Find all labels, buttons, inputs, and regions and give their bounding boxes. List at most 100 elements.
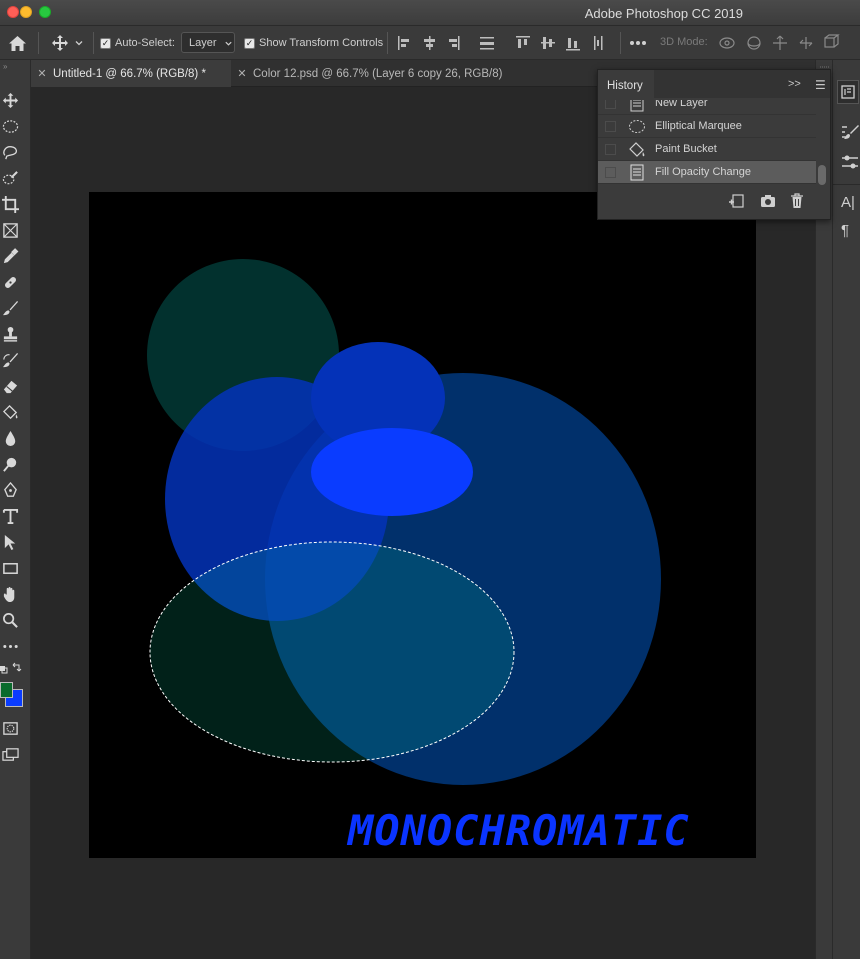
blur-tool[interactable] — [2, 430, 19, 447]
tools-panel: » — [0, 60, 31, 959]
tab-history[interactable]: History — [598, 70, 654, 100]
align-distribute-icons[interactable] — [396, 34, 606, 52]
auto-select-target-dropdown[interactable]: Layer — [181, 32, 235, 53]
spot-healing-tool[interactable] — [2, 274, 19, 291]
paint-bucket-tool[interactable] — [2, 404, 19, 421]
screen-mode-button[interactable] — [2, 746, 19, 763]
character-panel-icon[interactable]: A| — [841, 194, 855, 211]
eyedropper-icon — [3, 248, 19, 264]
paint-bucket-icon — [629, 142, 645, 157]
hand-tool[interactable] — [2, 586, 19, 603]
history-item[interactable]: Paint Bucket — [598, 138, 816, 161]
divider — [93, 32, 94, 54]
bandage-icon — [4, 276, 17, 289]
move-icon — [2, 92, 19, 109]
history-item-selected[interactable]: Fill Opacity Change — [598, 161, 816, 184]
title-bar: Adobe Photoshop CC 2019 — [0, 0, 860, 26]
move-tool-preset[interactable] — [51, 26, 84, 60]
layer-select-value: Layer — [189, 37, 217, 49]
history-scrollbar[interactable] — [818, 165, 826, 185]
history-panel: History >> ☰ New Layer Elliptical Marque… — [597, 69, 831, 220]
eyedropper-tool[interactable] — [2, 248, 19, 265]
divider — [38, 32, 39, 54]
snapshot-checkbox[interactable] — [605, 100, 616, 109]
tab-color-12-psd[interactable]: ✕ Color 12.psd @ 66.7% (Layer 6 copy 26,… — [231, 60, 561, 87]
path-selection-tool[interactable] — [2, 534, 19, 551]
pen-icon — [4, 481, 17, 497]
quick-selection-icon — [2, 171, 18, 185]
lasso-tool[interactable] — [2, 144, 19, 161]
history-item-label: Elliptical Marquee — [655, 120, 742, 132]
monochromatic-text: MONOCHROMATIC — [348, 806, 690, 855]
stamp-icon — [3, 326, 18, 342]
history-item-label: New Layer — [655, 100, 708, 109]
elliptical-marquee-tool[interactable] — [2, 118, 19, 135]
brush-tool[interactable] — [2, 300, 19, 317]
close-icon[interactable]: ✕ — [231, 67, 253, 80]
options-bar: ✓ Auto-Select: Layer ✓ Show Transform Co… — [0, 26, 860, 60]
magnifier-icon — [3, 613, 18, 628]
close-icon[interactable]: ✕ — [31, 67, 53, 80]
history-list[interactable]: New Layer Elliptical Marquee Paint Bucke… — [598, 100, 816, 187]
camera-icon[interactable] — [760, 193, 776, 209]
ellipsis-icon — [630, 41, 646, 45]
panel-menu-icon[interactable]: ☰ — [815, 78, 826, 92]
trash-icon[interactable] — [789, 193, 805, 209]
home-button[interactable] — [8, 26, 27, 60]
clone-stamp-tool[interactable] — [2, 326, 19, 343]
rectangle-tool[interactable] — [2, 560, 19, 577]
quick-selection-tool[interactable] — [2, 170, 19, 187]
window-close-button[interactable] — [7, 6, 19, 18]
edit-toolbar-button[interactable] — [2, 638, 19, 655]
collapse-panel-icon[interactable]: >> — [788, 78, 801, 90]
brush-settings-icon[interactable] — [841, 124, 859, 140]
eraser-icon — [3, 380, 18, 394]
divider — [620, 32, 621, 54]
right-dock: A| ¶ — [832, 60, 860, 959]
panel-collapse-icon[interactable]: » — [3, 62, 7, 71]
eraser-tool[interactable] — [2, 378, 19, 395]
auto-select-checkbox[interactable]: ✓ Auto-Select: — [100, 26, 175, 60]
elliptical-marquee-icon — [2, 120, 19, 133]
brush-icon — [2, 300, 19, 316]
crop-tool[interactable] — [2, 196, 19, 213]
dodge-tool[interactable] — [2, 456, 19, 473]
history-panel-footer — [598, 187, 830, 219]
window-minimize-button[interactable] — [20, 6, 32, 18]
history-brush-tool[interactable] — [2, 352, 19, 369]
tab-untitled-1[interactable]: ✕ Untitled-1 @ 66.7% (RGB/8) * — [31, 60, 231, 87]
history-item[interactable]: Elliptical Marquee — [598, 115, 816, 138]
snapshot-checkbox[interactable] — [605, 121, 616, 132]
auto-select-label: Auto-Select: — [115, 37, 175, 49]
layer-doc-icon — [630, 100, 644, 112]
frame-icon — [3, 223, 18, 238]
paragraph-panel-icon[interactable]: ¶ — [841, 222, 849, 239]
snapshot-checkbox[interactable] — [605, 167, 616, 178]
adjustments-icon[interactable] — [841, 154, 859, 170]
pen-tool[interactable] — [2, 481, 19, 499]
3d-mode-label: 3D Mode: — [660, 36, 708, 48]
hand-icon — [3, 586, 15, 603]
window-maximize-button[interactable] — [39, 6, 51, 18]
zoom-tool[interactable] — [2, 612, 19, 629]
quick-mask-button[interactable] — [2, 720, 19, 737]
type-tool[interactable] — [2, 508, 19, 525]
arrow-pointer-icon — [4, 534, 16, 551]
screen-mode-icon — [2, 748, 19, 761]
foreground-color-swatch[interactable] — [0, 682, 13, 698]
checkmark-icon: ✓ — [100, 37, 111, 49]
new-document-from-state-icon[interactable] — [728, 193, 744, 209]
show-transform-controls-checkbox[interactable]: ✓ Show Transform Controls — [244, 26, 383, 60]
rectangle-icon — [3, 563, 18, 574]
snapshot-checkbox[interactable] — [605, 144, 616, 155]
dock-item-history[interactable] — [837, 80, 859, 104]
document-canvas[interactable]: MONOCHROMATIC — [89, 192, 756, 858]
default-colors-icon[interactable] — [0, 662, 24, 674]
3d-mode-icons[interactable] — [718, 34, 842, 52]
more-options-button[interactable] — [629, 26, 647, 60]
frame-tool[interactable] — [2, 222, 19, 239]
move-tool[interactable] — [2, 92, 19, 109]
history-item[interactable]: New Layer — [598, 100, 816, 115]
quick-mask-icon — [3, 722, 18, 735]
history-panel-header: History >> ☰ — [598, 70, 830, 100]
